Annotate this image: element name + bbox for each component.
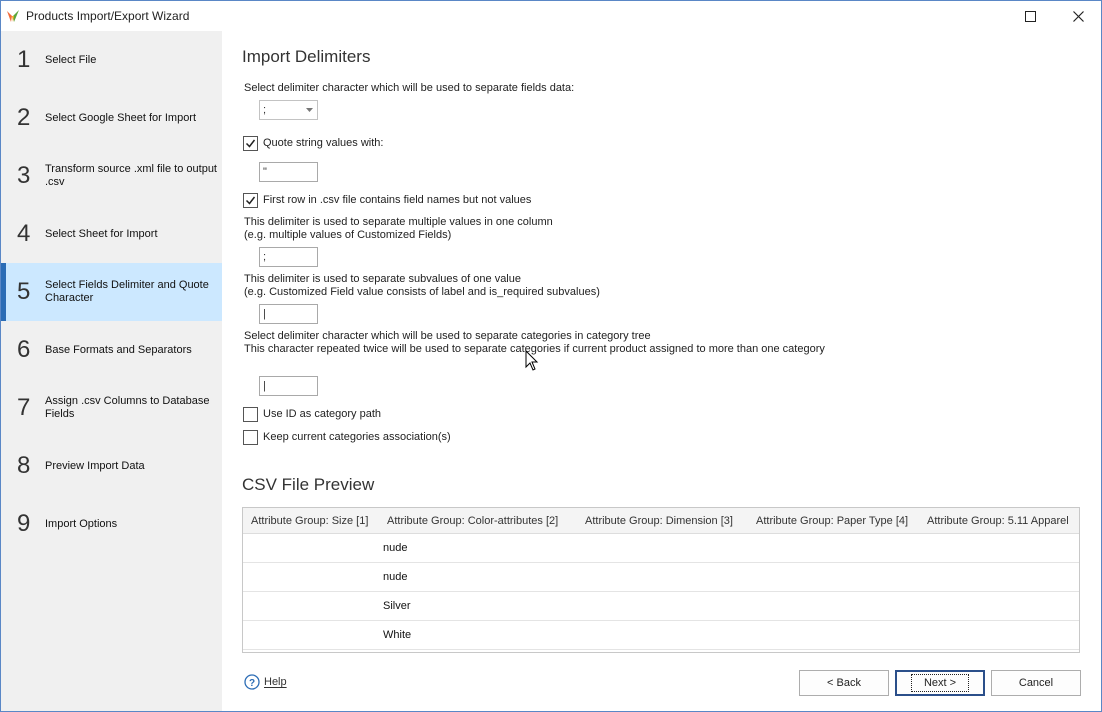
column-header[interactable]: Attribute Group: Dimension [3] bbox=[585, 515, 733, 527]
maximize-button[interactable] bbox=[1007, 1, 1053, 31]
import-delimiters-heading: Import Delimiters bbox=[242, 47, 371, 66]
step-number: 4 bbox=[17, 220, 31, 247]
category-delimiter-label: Select delimiter character which will be… bbox=[244, 330, 651, 342]
step-number: 5 bbox=[17, 278, 31, 305]
quote-values-checkbox[interactable] bbox=[243, 136, 258, 151]
step-label: Select Sheet for Import bbox=[45, 227, 158, 240]
checkmark-icon bbox=[245, 139, 256, 148]
main-content: Import Delimiters Select delimiter chara… bbox=[222, 31, 1101, 711]
table-row[interactable]: nude bbox=[243, 563, 1079, 592]
step-number: 7 bbox=[17, 394, 31, 421]
quote-char-input[interactable]: " bbox=[259, 162, 318, 182]
table-row[interactable]: White bbox=[243, 621, 1079, 650]
app-logo-icon bbox=[7, 10, 19, 22]
step-label: Select Fields Delimiter and Quote Charac… bbox=[45, 279, 209, 304]
step-number: 9 bbox=[17, 510, 31, 537]
column-header[interactable]: Attribute Group: Paper Type [4] bbox=[756, 515, 908, 527]
step-number: 3 bbox=[17, 162, 31, 189]
step-number: 1 bbox=[17, 46, 31, 73]
step-label: Import Options bbox=[45, 517, 118, 530]
grid-header: Attribute Group: Size [1] Attribute Grou… bbox=[243, 508, 1079, 534]
subvalues-label: This delimiter is used to separate subva… bbox=[244, 273, 521, 285]
step-transform-xml[interactable]: 3 Transform source .xml file to output .… bbox=[1, 147, 222, 205]
first-row-names-checkbox[interactable] bbox=[243, 193, 258, 208]
multi-values-delimiter-input[interactable]: ; bbox=[259, 247, 318, 267]
field-delimiter-select[interactable]: ; bbox=[259, 100, 318, 120]
step-select-google-sheet[interactable]: 2 Select Google Sheet for Import bbox=[1, 89, 222, 147]
csv-preview-grid[interactable]: Attribute Group: Size [1] Attribute Grou… bbox=[242, 507, 1080, 653]
use-id-category-path-label: Use ID as category path bbox=[263, 408, 382, 420]
mouse-cursor-icon bbox=[525, 350, 539, 371]
column-header[interactable]: Attribute Group: Color-attributes [2] bbox=[387, 515, 558, 527]
dropdown-arrow-icon bbox=[306, 108, 313, 112]
cancel-button-label: Cancel bbox=[1018, 677, 1054, 689]
step-label: Select File bbox=[45, 53, 97, 66]
title-bar: Products Import/Export Wizard bbox=[1, 1, 1101, 31]
help-link[interactable]: ? Help bbox=[244, 674, 287, 690]
multi-values-label: This delimiter is used to separate multi… bbox=[244, 216, 553, 228]
step-fields-delimiter[interactable]: 5 Select Fields Delimiter and Quote Char… bbox=[1, 263, 222, 321]
use-id-category-path-checkbox[interactable] bbox=[243, 407, 258, 422]
step-assign-columns[interactable]: 7 Assign .csv Columns to Database Fields bbox=[1, 379, 222, 437]
help-label: Help bbox=[264, 676, 287, 688]
column-header[interactable]: Attribute Group: Size [1] bbox=[251, 515, 368, 527]
multi-values-hint: (e.g. multiple values of Customized Fiel… bbox=[244, 229, 452, 241]
step-number: 2 bbox=[17, 104, 31, 131]
window-title: Products Import/Export Wizard bbox=[26, 9, 190, 23]
step-base-formats[interactable]: 6 Base Formats and Separators bbox=[1, 321, 222, 379]
category-delimiter-input[interactable]: | bbox=[259, 376, 318, 396]
table-row[interactable]: nude bbox=[243, 534, 1079, 563]
back-button[interactable]: < Back bbox=[799, 670, 889, 696]
table-cell: White bbox=[383, 629, 412, 641]
maximize-icon bbox=[1024, 10, 1036, 22]
table-row[interactable]: Silver bbox=[243, 592, 1079, 621]
step-number: 8 bbox=[17, 452, 31, 479]
keep-categories-label: Keep current categories association(s) bbox=[263, 431, 451, 443]
step-label: Assign .csv Columns to Database Fields bbox=[45, 395, 210, 420]
wizard-window: Products Import/Export Wizard 1 Select F… bbox=[0, 0, 1102, 712]
close-icon bbox=[1072, 10, 1084, 22]
step-label: Select Google Sheet for Import bbox=[45, 111, 197, 124]
column-header[interactable]: Attribute Group: 5.11 Apparel bbox=[927, 515, 1069, 527]
checkmark-icon bbox=[245, 196, 256, 205]
step-import-options[interactable]: 9 Import Options bbox=[1, 495, 222, 553]
first-row-names-label: First row in .csv file contains field na… bbox=[263, 194, 532, 206]
close-button[interactable] bbox=[1055, 1, 1101, 31]
csv-preview-heading: CSV File Preview bbox=[242, 475, 375, 494]
keep-categories-checkbox[interactable] bbox=[243, 430, 258, 445]
table-cell: nude bbox=[383, 571, 408, 583]
table-cell: nude bbox=[383, 542, 408, 554]
step-label: Base Formats and Separators bbox=[45, 343, 192, 356]
wizard-steps-sidebar: 1 Select File 2 Select Google Sheet for … bbox=[1, 31, 222, 711]
back-button-label: < Back bbox=[827, 677, 861, 689]
subvalues-delimiter-input[interactable]: | bbox=[259, 304, 318, 324]
help-icon: ? bbox=[244, 674, 260, 690]
quote-values-label: Quote string values with: bbox=[263, 137, 384, 149]
step-number: 6 bbox=[17, 336, 31, 363]
step-select-file[interactable]: 1 Select File bbox=[1, 31, 222, 89]
field-delimiter-label: Select delimiter character which will be… bbox=[244, 82, 575, 94]
next-button[interactable]: Next > bbox=[895, 670, 985, 696]
cancel-button[interactable]: Cancel bbox=[991, 670, 1081, 696]
subvalues-hint: (e.g. Customized Field value consists of… bbox=[244, 286, 600, 298]
step-preview-import[interactable]: 8 Preview Import Data bbox=[1, 437, 222, 495]
next-button-label: Next > bbox=[910, 674, 970, 692]
step-label: Transform source .xml file to output .cs… bbox=[45, 163, 217, 188]
table-cell: Silver bbox=[383, 600, 411, 612]
field-delimiter-value: ; bbox=[263, 104, 267, 116]
svg-text:?: ? bbox=[249, 678, 255, 689]
step-select-sheet[interactable]: 4 Select Sheet for Import bbox=[1, 205, 222, 263]
step-label: Preview Import Data bbox=[45, 459, 145, 472]
